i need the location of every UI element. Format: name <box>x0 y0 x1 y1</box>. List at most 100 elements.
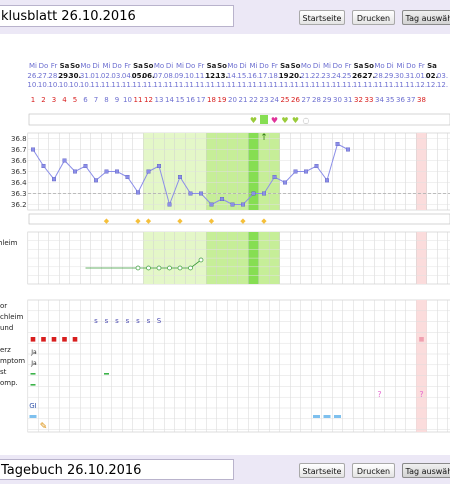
date-month-label: 11. <box>90 81 101 89</box>
date-month-label: 11. <box>185 81 196 89</box>
temperature-point <box>146 169 151 174</box>
date-month-label: 11. <box>384 81 395 89</box>
weekday-label: Sa <box>60 62 70 70</box>
sign-icon: ◆ <box>104 217 110 225</box>
date-month-label: 11. <box>122 81 133 89</box>
temperature-point <box>114 169 119 174</box>
temperature-axis-label: 36.8 <box>11 135 27 143</box>
symptom-mark: s <box>94 317 98 325</box>
weekday-label: So <box>291 62 301 70</box>
date-month-label: 11. <box>164 81 175 89</box>
cycle-day-label: 5 <box>73 96 77 104</box>
temperature-point <box>72 169 77 174</box>
weekday-label: Fr <box>198 62 205 70</box>
cycle-day-label: 2 <box>41 96 45 104</box>
print-button-bottom[interactable]: Drucken <box>352 463 395 478</box>
weekday-label: Sa <box>280 62 290 70</box>
date-month-label: 10. <box>27 81 38 89</box>
date-month-label: 11. <box>258 81 269 89</box>
date-month-label: 11. <box>321 81 332 89</box>
weekday-label: Sa <box>207 62 217 70</box>
date-month-label: 12. <box>426 81 437 89</box>
date-day-label: 30. <box>395 72 406 80</box>
temperature-axis-label: 36.5 <box>11 168 27 176</box>
heart-icon: ♥ <box>271 116 278 125</box>
temperature-point <box>62 158 67 163</box>
cycle-day-label: 33 <box>365 96 374 104</box>
mucus-point <box>177 265 183 271</box>
question-mark: ? <box>377 390 381 399</box>
weekday-label: Mi <box>29 62 37 70</box>
select-day-button-bottom[interactable]: Tag auswähl <box>402 463 450 478</box>
print-button[interactable]: Drucken <box>352 10 395 25</box>
weekday-label: Mi <box>103 62 111 70</box>
yes-text: Ja <box>30 349 37 356</box>
date-day-label: 09. <box>174 72 185 80</box>
weekday-label: Di <box>239 62 246 70</box>
date-month-label: 11. <box>374 81 385 89</box>
cycle-day-label: 27 <box>302 96 311 104</box>
date-day-label: 16. <box>248 72 259 80</box>
date-day-label: 23. <box>321 72 332 80</box>
cycle-day-label: 9 <box>115 96 119 104</box>
green-dash <box>30 384 36 386</box>
row-label: mptom <box>0 357 25 365</box>
weekday-label: So <box>217 62 227 70</box>
cycle-day-label: 15 <box>176 96 185 104</box>
mucus-point <box>156 265 162 271</box>
select-day-button[interactable]: Tag auswähl <box>402 10 450 25</box>
date-month-label: 11. <box>353 81 364 89</box>
date-month-label: 12. <box>416 81 427 89</box>
date-day-label: 01. <box>90 72 101 80</box>
temperature-point <box>335 141 340 146</box>
temperature-point <box>52 177 57 182</box>
pencil-icon: ✎ <box>40 422 48 432</box>
date-month-label: 11. <box>101 81 112 89</box>
mucus-point <box>135 265 141 271</box>
cycle-day-label: 3 <box>52 96 56 104</box>
weekday-label: Sa <box>133 62 143 70</box>
cycle-day-label: 4 <box>62 96 67 104</box>
date-month-label: 10. <box>48 81 59 89</box>
sign-icon: ◆ <box>261 217 267 225</box>
cycle-day-label: 25 <box>281 96 290 104</box>
temperature-axis-label: 36.3 <box>11 190 27 198</box>
weekday-label: Mi <box>250 62 258 70</box>
temperature-point <box>41 163 46 168</box>
date-month-label: 11. <box>206 81 217 89</box>
mucus-point <box>167 265 172 271</box>
date-day-label: 26. <box>27 72 38 80</box>
marker-cell <box>260 115 268 124</box>
temperature-point <box>262 191 267 196</box>
date-day-label: 02. <box>101 72 112 80</box>
row-label: st <box>0 368 7 376</box>
predicted-period-marker <box>419 337 424 342</box>
temperature-point <box>219 196 224 201</box>
temperature-point <box>104 169 109 174</box>
row-label: und <box>0 324 13 332</box>
weekday-label: Fr <box>124 62 131 70</box>
temperature-point <box>198 191 203 196</box>
date-day-label: 29. <box>384 72 395 80</box>
cycle-day-label: 38 <box>417 96 426 104</box>
heart-icon: ♥ <box>281 116 288 125</box>
home-button-bottom[interactable]: Startseite <box>299 463 345 478</box>
temperature-point <box>156 163 161 168</box>
period-marker <box>62 337 67 342</box>
weekday-label: Mo <box>301 62 311 70</box>
temperature-point <box>177 174 182 179</box>
date-month-label: 10. <box>59 81 70 89</box>
date-month-label: 11. <box>311 81 322 89</box>
green-dash <box>30 373 36 375</box>
period-marker <box>72 337 78 342</box>
date-day-label: 15. <box>237 72 248 80</box>
weekday-label: Do <box>259 62 269 70</box>
home-button[interactable]: Startseite <box>299 10 345 25</box>
temperature-point <box>31 147 36 152</box>
diary-grid-frame <box>27 299 450 433</box>
weekday-label: Mo <box>154 62 164 70</box>
weekday-label: Mi <box>323 62 331 70</box>
date-month-label: 11. <box>342 81 353 89</box>
date-day-label: 14. <box>227 72 238 80</box>
top-toolbar: klusblatt 26.10.2016 Startseite Drucken … <box>0 0 450 34</box>
